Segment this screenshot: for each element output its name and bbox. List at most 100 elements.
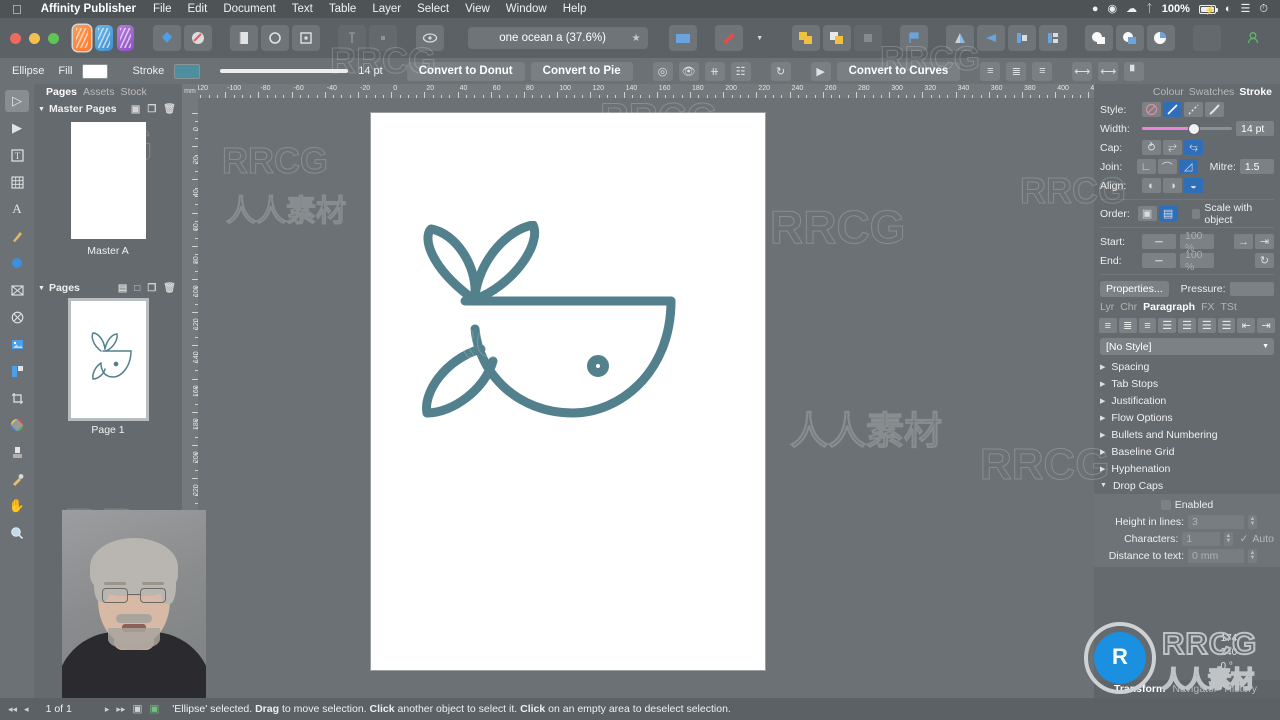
master-pages-section-header[interactable]: ▼ Master Pages ▣ ❐ 🗑 [34, 100, 182, 118]
go-first-icon[interactable]: ◂◂ [8, 704, 17, 715]
chevron-right-icon[interactable]: ▶ [1100, 363, 1105, 371]
add-page-icon[interactable]: □ [134, 283, 140, 294]
node-tool[interactable]: ▶ [5, 117, 29, 139]
chevron-right-icon[interactable]: ▶ [1100, 380, 1105, 388]
delete-master-icon[interactable]: 🗑 [163, 104, 176, 115]
tab-character[interactable]: Chr [1120, 301, 1137, 313]
menu-item-edit[interactable]: Edit [179, 3, 215, 15]
new-document-icon[interactable] [230, 25, 259, 51]
stroke-width-slider[interactable] [1142, 121, 1232, 136]
bevel-join-icon[interactable]: ◿ [1178, 159, 1198, 174]
start-percent-value[interactable]: 100 % [1180, 230, 1214, 254]
cloud-icon[interactable]: ☁ [1126, 3, 1137, 15]
tab-text-styles[interactable]: TSt [1220, 301, 1236, 313]
drop-caps-characters-stepper[interactable]: ▲ ▼ [1224, 531, 1233, 546]
round-join-icon[interactable]: ⌒ [1157, 159, 1177, 174]
tab-stock[interactable]: Stock [120, 86, 146, 98]
arrow-right-icon[interactable]: → [1234, 234, 1253, 249]
vector-crop-tool[interactable] [5, 306, 29, 328]
pages-section-header[interactable]: ▼ Pages ▤ □ ❐ 🗑 [34, 279, 182, 297]
align-right-panel-icon[interactable] [1038, 25, 1067, 51]
indent-left-icon[interactable]: ⇤ [1237, 318, 1256, 333]
lock-icon[interactable]: ▣ [149, 703, 159, 715]
square-cap-icon[interactable]: ⥃ [1184, 140, 1203, 155]
ellipse-shape-icon[interactable] [261, 25, 290, 51]
tab-stroke[interactable]: Stroke [1239, 86, 1272, 98]
bluetooth-icon[interactable]: ᛏ [1146, 3, 1153, 15]
section-spacing[interactable]: ▶ Spacing [1094, 358, 1280, 375]
align-center-icon[interactable]: ◐ [1142, 178, 1161, 193]
solid-stroke-icon[interactable] [1163, 102, 1182, 117]
snapping-icon[interactable] [668, 25, 697, 51]
menu-item-document[interactable]: Document [215, 3, 283, 15]
fill-colour-swatch[interactable] [82, 63, 109, 79]
zoom-window-button[interactable] [48, 32, 59, 44]
align-centre-icon[interactable]: ≣ [1006, 61, 1027, 81]
reverse-icon[interactable]: ↻ [1255, 253, 1274, 268]
menu-item-layer[interactable]: Layer [364, 3, 409, 15]
tab-assets[interactable]: Assets [83, 86, 115, 98]
document-canvas[interactable] [198, 98, 1094, 698]
align-outside-icon[interactable]: ◒ [1184, 178, 1203, 193]
chevron-down-icon[interactable]: ▼ [1100, 482, 1107, 489]
drop-caps-height-input[interactable]: 3 [1188, 514, 1244, 529]
move-tool[interactable]: ▷ [5, 90, 29, 112]
drop-caps-enabled-checkbox[interactable] [1160, 499, 1171, 510]
tab-colour[interactable]: Colour [1153, 86, 1184, 98]
assets-brush-icon[interactable] [714, 25, 743, 51]
text-frame-tool[interactable]: T [5, 144, 29, 166]
chevron-right-icon[interactable]: ▶ [1100, 414, 1105, 422]
disclosure-triangle-icon[interactable]: ▼ [38, 106, 45, 113]
record-icon[interactable]: ● [1092, 3, 1099, 15]
page-thumbnail[interactable] [67, 298, 149, 421]
swap-arrows-icon[interactable]: ⇥ [1255, 234, 1274, 249]
menu-app-name[interactable]: Affinity Publisher [32, 3, 145, 15]
reset-rotation-icon[interactable]: ↻ [770, 61, 791, 81]
play-curve-icon[interactable]: ▶ [810, 61, 831, 81]
justify-center-icon[interactable]: ☰ [1178, 318, 1196, 333]
section-flow-options[interactable]: ▶ Flow Options [1094, 409, 1280, 426]
brush-stroke-icon[interactable] [1205, 102, 1224, 117]
align-middle-icon[interactable]: ⟷ [1098, 61, 1119, 81]
menu-item-file[interactable]: File [145, 3, 180, 15]
tab-paragraph[interactable]: Paragraph [1143, 301, 1195, 313]
tab-effects[interactable]: FX [1201, 301, 1214, 313]
boolean-intersect-icon[interactable] [1146, 25, 1175, 51]
boolean-subtract-icon[interactable] [1115, 25, 1144, 51]
mitre-value[interactable]: 1.5 [1239, 159, 1274, 174]
publisher-persona-button[interactable] [73, 25, 91, 51]
properties-button[interactable]: Properties... [1100, 280, 1169, 297]
no-stroke-icon[interactable] [1142, 102, 1161, 117]
tab-pages[interactable]: Pages [46, 86, 77, 98]
indent-right-icon[interactable]: ⇥ [1257, 318, 1276, 333]
colour-picker-icon[interactable] [184, 25, 213, 51]
hand-tool[interactable]: ✋ [5, 495, 29, 517]
preview-icon[interactable]: ▣ [132, 703, 142, 715]
butt-cap-icon[interactable]: ⥁ [1142, 140, 1161, 155]
chevron-right-icon[interactable]: ▶ [1100, 431, 1105, 439]
go-next-icon[interactable]: ▸ [105, 704, 110, 715]
round-cap-icon[interactable]: ⥂ [1163, 140, 1182, 155]
align-inside-icon[interactable]: ◑ [1163, 178, 1182, 193]
stroke-width-value[interactable]: 14 pt [1236, 121, 1274, 136]
place-image-tool[interactable] [5, 333, 29, 355]
justify-all-icon[interactable]: ☰ [1217, 318, 1236, 333]
master-page-thumbnail[interactable] [70, 122, 146, 239]
crop-tool[interactable] [5, 387, 29, 409]
start-arrow-dropdown[interactable]: ─ [1142, 234, 1176, 249]
drop-caps-distance-stepper[interactable]: ▲ ▼ [1248, 548, 1257, 563]
tab-history[interactable]: History [1224, 683, 1257, 695]
duplicate-page-icon[interactable]: ❐ [147, 283, 156, 294]
document-title-field[interactable]: one ocean a (37.6%) ★ [467, 27, 648, 49]
justify-left-icon[interactable]: ☰ [1158, 318, 1177, 333]
rotation-centre-icon[interactable]: ◎ [652, 61, 673, 81]
corner-tool[interactable] [5, 441, 29, 463]
stroke-colour-swatch[interactable] [174, 63, 201, 79]
section-tab-stops[interactable]: ▶ Tab Stops [1094, 375, 1280, 392]
studio-preset-icon[interactable] [153, 25, 182, 51]
frame-icon[interactable] [292, 25, 321, 51]
fill-tool[interactable] [5, 414, 29, 436]
tab-transform[interactable]: Transform [1114, 683, 1165, 695]
section-justification[interactable]: ▶ Justification [1094, 392, 1280, 409]
more-toolbar-icon[interactable] [1192, 25, 1221, 51]
